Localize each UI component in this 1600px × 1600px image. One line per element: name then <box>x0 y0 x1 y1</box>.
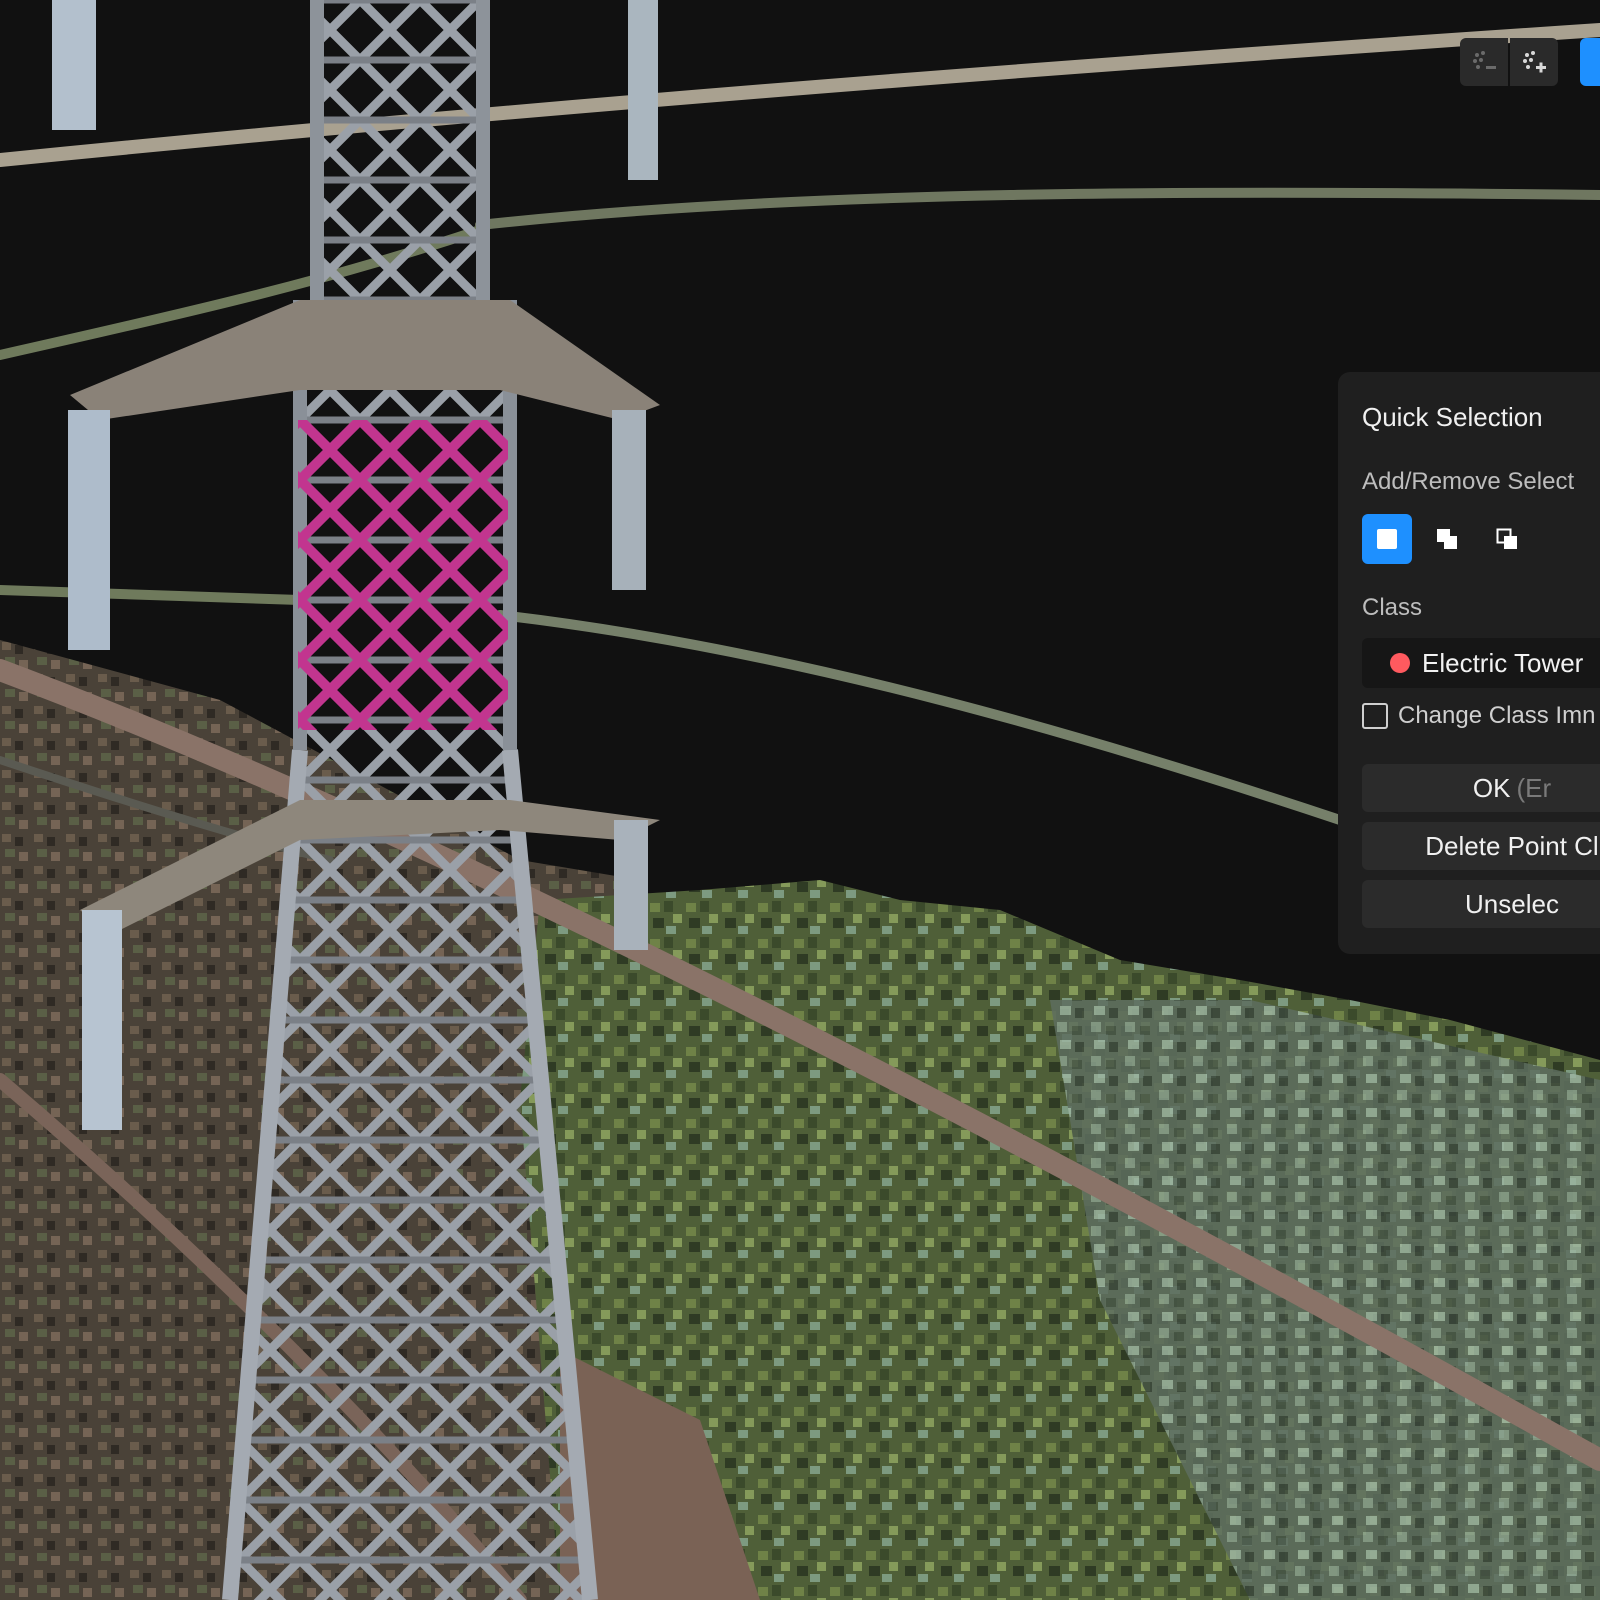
selection-mode-group <box>1362 514 1532 564</box>
insulator-post <box>614 820 648 950</box>
power-line <box>495 610 1345 825</box>
point-cloud-add-button[interactable] <box>1510 38 1558 86</box>
unselect-button-label: Unselec <box>1465 888 1559 919</box>
class-select[interactable]: Electric Tower <box>1362 638 1600 688</box>
remove-selection-icon <box>1496 528 1517 549</box>
add-selection-icon <box>1437 529 1457 549</box>
insulator-post <box>52 0 96 130</box>
change-class-checkbox[interactable] <box>1362 703 1388 729</box>
change-class-label: Change Class Imn <box>1398 702 1596 729</box>
class-label: Class <box>1362 594 1423 621</box>
power-line <box>475 187 1600 230</box>
insulator-post <box>68 410 110 650</box>
viewport-toolbar <box>1460 38 1558 86</box>
add-selection-button[interactable] <box>1422 514 1472 564</box>
add-remove-label: Add/Remove Select <box>1362 468 1575 495</box>
quick-selection-panel: Quick Selection Add/Remove Select Class … <box>1338 372 1600 954</box>
ok-button[interactable]: OK (Er <box>1362 764 1600 812</box>
unselect-button[interactable]: Unselec <box>1362 880 1600 928</box>
change-class-option[interactable]: Change Class Imn <box>1362 702 1595 730</box>
point-cloud-remove-icon <box>1473 51 1496 69</box>
ok-button-label: OK <box>1472 772 1511 803</box>
point-cloud-remove-button[interactable] <box>1460 38 1508 86</box>
power-line <box>0 23 1600 167</box>
ok-shortcut-hint: (Er <box>1516 772 1552 803</box>
class-select-value: Electric Tower <box>1422 647 1584 678</box>
selected-points-highlight <box>298 420 508 730</box>
class-color-dot <box>1390 653 1410 673</box>
panel-title: Quick Selection <box>1362 402 1543 432</box>
delete-button-label: Delete Point Cl <box>1425 830 1599 861</box>
replace-selection-icon <box>1377 529 1397 549</box>
insulator-post <box>612 410 646 590</box>
insulator-post <box>628 0 658 180</box>
replace-selection-button[interactable] <box>1362 514 1412 564</box>
insulator-post <box>82 910 122 1130</box>
delete-point-class-button[interactable]: Delete Point Cl <box>1362 822 1600 870</box>
tower-mast-upper <box>310 0 490 310</box>
power-line <box>0 585 305 605</box>
point-cloud-add-icon <box>1523 51 1546 73</box>
remove-selection-button[interactable] <box>1482 514 1532 564</box>
active-tool-button[interactable] <box>1580 38 1600 86</box>
